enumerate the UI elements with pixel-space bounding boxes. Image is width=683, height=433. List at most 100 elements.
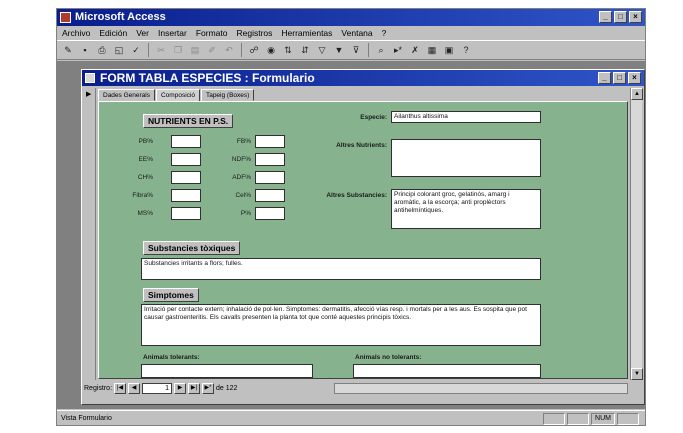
status-bar: Vista Formulario NUM	[57, 410, 645, 425]
menu-help[interactable]: ?	[382, 26, 387, 40]
maximize-button[interactable]: □	[614, 11, 627, 23]
p-label: P%	[240, 210, 251, 217]
paste-icon[interactable]: ▤	[188, 43, 202, 57]
database-window-icon[interactable]: ▦	[425, 43, 439, 57]
form-title: FORM TABLA ESPECIES : Formulario	[100, 71, 315, 85]
sort-ascending-icon[interactable]: ⇅	[281, 43, 295, 57]
menu-ver[interactable]: Ver	[136, 26, 149, 40]
especie-field[interactable]: Ailanthus altissima	[391, 111, 541, 123]
fibra-field[interactable]	[171, 189, 201, 202]
record-number-field[interactable]: 1	[142, 383, 173, 394]
animals-no-tolerants-field[interactable]	[353, 364, 541, 378]
altres-substancies-label: Altres Substancies:	[326, 192, 387, 199]
record-selector[interactable]: ▶	[84, 88, 96, 380]
status-cell	[567, 413, 590, 425]
form-icon[interactable]	[85, 73, 95, 83]
animals-tolerants-field[interactable]	[141, 364, 313, 378]
undo-icon[interactable]: ↶	[222, 43, 236, 57]
menu-bar: Archivo Edición Ver Insertar Formato Reg…	[57, 26, 645, 40]
menu-herramientas[interactable]: Herramientas	[281, 26, 332, 40]
menu-edicion[interactable]: Edición	[99, 26, 127, 40]
app-title: Microsoft Access	[75, 11, 166, 23]
format-painter-icon[interactable]: ✐	[205, 43, 219, 57]
menu-ventana[interactable]: Ventana	[341, 26, 372, 40]
menu-registros[interactable]: Registros	[236, 26, 272, 40]
ch-label: CH%	[137, 174, 153, 181]
adf-field[interactable]	[255, 171, 285, 184]
cut-icon[interactable]: ✂	[154, 43, 168, 57]
ch-field[interactable]	[171, 171, 201, 184]
save-icon[interactable]: ▪	[78, 43, 92, 57]
scroll-up-icon[interactable]: ▲	[631, 88, 643, 100]
insert-hyperlink-icon[interactable]: ☍	[247, 43, 261, 57]
web-toolbar-icon[interactable]: ◉	[264, 43, 278, 57]
ndf-label: NDF%	[231, 156, 251, 163]
toxiques-heading: Substancies tòxiques	[143, 241, 241, 255]
delete-record-icon[interactable]: ✗	[408, 43, 422, 57]
registro-label: Registro:	[84, 385, 113, 392]
last-record-icon[interactable]: ▶|	[188, 383, 201, 394]
tab-dades-generals[interactable]: Dades Generals	[98, 89, 155, 101]
pb-label: PB%	[138, 138, 153, 145]
especie-label: Especie:	[360, 114, 387, 121]
record-total: de 122	[216, 385, 238, 392]
altres-nutrients-field[interactable]	[391, 139, 541, 177]
ee-field[interactable]	[171, 153, 201, 166]
toolbar-separator	[148, 43, 149, 57]
vertical-scrollbar[interactable]: ▲ ▼	[630, 88, 643, 380]
form-maximize-button[interactable]: □	[613, 72, 626, 84]
fb-field[interactable]	[255, 135, 285, 148]
app-title-bar[interactable]: Microsoft Access _ □ ×	[57, 9, 645, 26]
pb-field[interactable]	[171, 135, 201, 148]
simptomes-field[interactable]: Irritació per contacte extern; inhalació…	[141, 304, 541, 346]
access-key-icon[interactable]	[60, 12, 71, 23]
animals-no-tolerants-label: Animals no tolerants:	[355, 354, 422, 361]
form-close-button[interactable]: ×	[628, 72, 641, 84]
find-icon[interactable]: ⌕	[374, 43, 388, 57]
apply-filter-icon[interactable]: ⊽	[349, 43, 363, 57]
design-view-icon[interactable]: ✎	[61, 43, 75, 57]
spelling-icon[interactable]: ✓	[129, 43, 143, 57]
filter-by-form-icon[interactable]: ▼	[332, 43, 346, 57]
form-title-bar[interactable]: FORM TABLA ESPECIES : Formulario _ □ ×	[82, 70, 644, 86]
mdi-workspace: FORM TABLA ESPECIES : Formulario _ □ × ▶…	[57, 61, 645, 409]
composicio-tab-page: NUTRIENTS EN P.S. PB% EE% CH% Fibra% MS%…	[98, 101, 628, 379]
print-preview-icon[interactable]: ◱	[112, 43, 126, 57]
form-minimize-button[interactable]: _	[598, 72, 611, 84]
fb-label: FB%	[236, 138, 251, 145]
new-record-nav-icon[interactable]: ▶*	[202, 383, 215, 394]
sort-descending-icon[interactable]: ⇵	[298, 43, 312, 57]
toxiques-field[interactable]: Substancies irritants a flors; fulles.	[141, 258, 541, 280]
toolbar-separator	[368, 43, 369, 57]
ndf-field[interactable]	[255, 153, 285, 166]
print-icon[interactable]: ⎙	[95, 43, 109, 57]
nutrients-heading: NUTRIENTS EN P.S.	[143, 114, 234, 128]
toolbar: ✎ ▪ ⎙ ◱ ✓ ✂ ❐ ▤ ✐ ↶ ☍ ◉ ⇅ ⇵ ▽ ▼ ⊽ ⌕ ▸* ✗…	[57, 40, 645, 60]
altres-substancies-field[interactable]: Principi colorant groc, gelatinós, amarg…	[391, 189, 541, 229]
menu-formato[interactable]: Formato	[196, 26, 228, 40]
toolbar-separator	[241, 43, 242, 57]
simptomes-heading: Simptomes	[143, 288, 199, 302]
filter-by-selection-icon[interactable]: ▽	[315, 43, 329, 57]
ms-field[interactable]	[171, 207, 201, 220]
altres-nutrients-label: Altres Nutrients:	[336, 142, 387, 149]
copy-icon[interactable]: ❐	[171, 43, 185, 57]
next-record-icon[interactable]: ▶	[174, 383, 187, 394]
menu-archivo[interactable]: Archivo	[62, 26, 90, 40]
horizontal-scrollbar[interactable]	[334, 383, 628, 394]
scroll-down-icon[interactable]: ▼	[631, 368, 643, 380]
office-assistant-icon[interactable]: ?	[459, 43, 473, 57]
fibra-label: Fibra%	[132, 192, 153, 199]
p-field[interactable]	[255, 207, 285, 220]
new-record-icon[interactable]: ▸*	[391, 43, 405, 57]
cel-field[interactable]	[255, 189, 285, 202]
tab-tapeig[interactable]: Tapeig (Boxes)	[200, 89, 255, 101]
first-record-icon[interactable]: |◀	[114, 383, 127, 394]
minimize-button[interactable]: _	[599, 11, 612, 23]
adf-label: ADF%	[232, 174, 251, 181]
close-button[interactable]: ×	[629, 11, 642, 23]
previous-record-icon[interactable]: ◀	[128, 383, 141, 394]
new-object-icon[interactable]: ▣	[442, 43, 456, 57]
num-lock-indicator: NUM	[591, 413, 615, 425]
menu-insertar[interactable]: Insertar	[158, 26, 187, 40]
